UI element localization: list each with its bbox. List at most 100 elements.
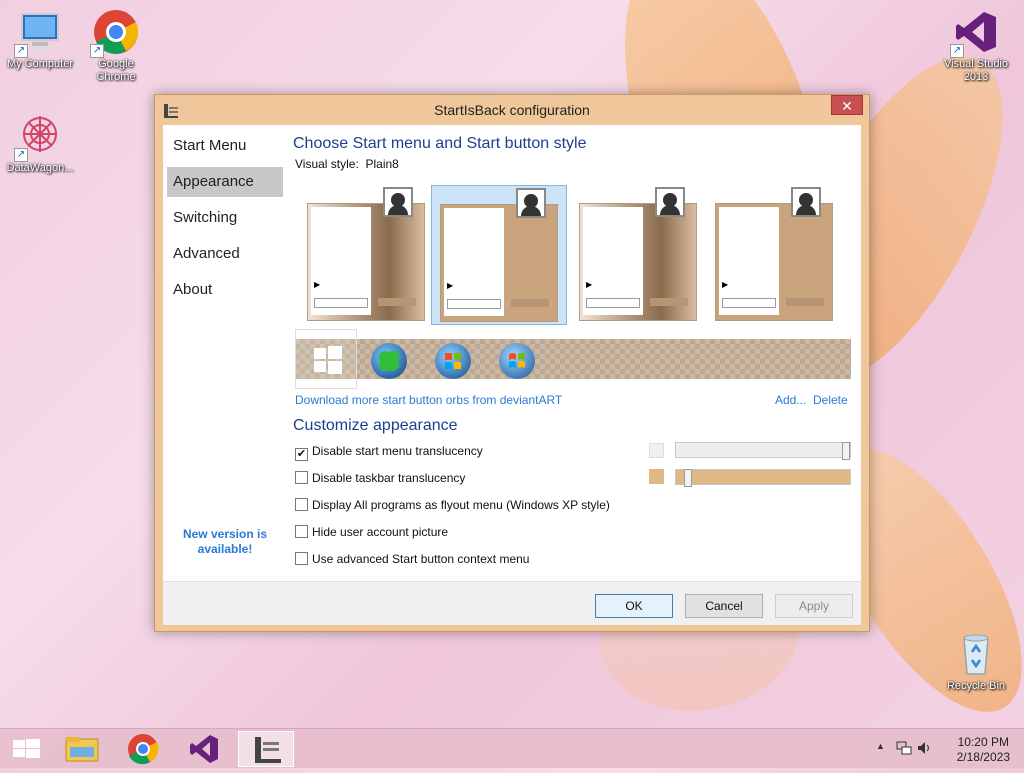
style-thumbnail-4[interactable]: ▶	[707, 185, 843, 325]
option-label: Use advanced Start button context menu	[312, 552, 530, 566]
start-menu-preview: ▶	[307, 203, 425, 321]
orb-windows-7[interactable]	[499, 343, 535, 379]
windows-7-flag-icon	[509, 353, 525, 368]
style-section-heading: Choose Start menu and Start button style	[293, 135, 587, 152]
option-label: Disable start menu translucency	[312, 444, 483, 458]
shortcut-arrow-icon: ↗	[14, 44, 28, 58]
taskbar-color-swatch[interactable]	[649, 469, 664, 484]
shortcut-arrow-icon: ↗	[90, 44, 104, 58]
folder-icon	[65, 737, 99, 762]
sidebar-item-about[interactable]: About	[167, 275, 283, 305]
start-menu-translucency-slider[interactable]	[675, 442, 851, 460]
taskbar-file-explorer[interactable]	[54, 731, 110, 767]
start-orb-strip	[295, 329, 851, 389]
dialog-footer: OK Cancel Apply	[163, 581, 861, 625]
system-tray: ▲ 10:20 PM 2/18/2023	[864, 729, 1024, 769]
option-label: Disable taskbar translucency	[312, 471, 466, 485]
start-menu-color-swatch[interactable]	[649, 443, 664, 458]
style-thumbnail-2-selected[interactable]: ▶	[431, 185, 567, 325]
visual-style-value: Plain8	[365, 157, 399, 171]
datawagon-icon: ↗	[14, 112, 64, 162]
clover-icon	[379, 351, 399, 371]
desktop-icon-label: Visual Studio 2013	[943, 58, 1008, 83]
taskbar-translucency-slider[interactable]	[675, 469, 851, 487]
slider-thumb[interactable]	[842, 442, 850, 460]
desktop-icon-google-chrome[interactable]: ↗ Google Chrome	[76, 8, 156, 84]
sidebar-item-switching[interactable]: Switching	[167, 203, 283, 233]
start-menu-preview: ▶	[579, 203, 697, 321]
windows-logo-icon	[13, 739, 40, 758]
user-picture-icon	[655, 187, 685, 217]
user-picture-icon	[516, 188, 546, 218]
sidebar-nav: Start Menu Appearance Switching Advanced…	[163, 125, 287, 581]
shortcut-arrow-icon: ↗	[950, 44, 964, 58]
option-all-programs-flyout[interactable]: Display All programs as flyout menu (Win…	[295, 498, 610, 514]
taskbar-visual-studio[interactable]	[176, 731, 232, 767]
close-button[interactable]: ✕	[831, 95, 863, 115]
style-thumbnail-3[interactable]: ▶	[571, 185, 707, 325]
desktop-icon-datawagon[interactable]: ↗ DataWagon...	[0, 112, 80, 175]
delete-orb-link[interactable]: Delete	[813, 393, 848, 407]
chrome-icon: ↗	[90, 8, 140, 58]
computer-icon: ↗	[14, 8, 64, 58]
option-disable-taskbar-translucency[interactable]: Disable taskbar translucency	[295, 471, 465, 487]
option-advanced-context-menu[interactable]: Use advanced Start button context menu	[295, 552, 529, 568]
window-titlebar[interactable]: StartIsBack configuration ✕	[155, 95, 869, 125]
orb-windows8-flat-selected[interactable]	[295, 329, 357, 389]
orb-clover[interactable]	[371, 343, 407, 379]
desktop-icon-recycle-bin[interactable]: Recycle Bin	[936, 630, 1016, 693]
shortcut-arrow-icon: ↗	[14, 148, 28, 162]
taskbar-chrome[interactable]	[115, 731, 171, 767]
desktop-icon-label: Google Chrome	[96, 58, 136, 83]
user-picture-icon	[791, 187, 821, 217]
windows-flag-icon	[445, 353, 461, 369]
desktop-icon-label: DataWagon...	[6, 162, 74, 174]
window-client-area: Start Menu Appearance Switching Advanced…	[163, 125, 861, 625]
visual-style-label: Visual style: Plain8	[295, 157, 399, 171]
network-icon[interactable]	[896, 740, 912, 761]
user-picture-icon	[383, 187, 413, 217]
tray-chevron-icon[interactable]: ▲	[876, 741, 885, 751]
slider-thumb[interactable]	[684, 469, 692, 487]
visual-studio-icon	[190, 735, 218, 763]
chrome-icon	[128, 734, 159, 765]
volume-icon[interactable]	[916, 740, 932, 761]
download-orbs-link[interactable]: Download more start button orbs from dev…	[295, 393, 562, 407]
option-disable-start-menu-translucency[interactable]: ✔ Disable start menu translucency	[295, 444, 483, 461]
option-hide-user-picture[interactable]: Hide user account picture	[295, 525, 448, 541]
start-menu-preview: ▶	[715, 203, 833, 321]
cancel-button[interactable]: Cancel	[685, 594, 763, 618]
add-orb-link[interactable]: Add...	[775, 393, 806, 407]
checkbox[interactable]	[295, 498, 308, 511]
recycle-bin-icon	[952, 630, 1000, 678]
orb-windows-xp[interactable]	[435, 343, 471, 379]
desktop-icon-my-computer[interactable]: ↗ My Computer	[0, 8, 80, 71]
option-label: Display All programs as flyout menu (Win…	[312, 498, 610, 512]
start-button[interactable]	[0, 731, 56, 767]
apply-button[interactable]: Apply	[775, 594, 853, 618]
checkbox[interactable]	[295, 552, 308, 565]
style-thumbnail-1[interactable]: ▶	[299, 185, 435, 325]
start-menu-preview: ▶	[440, 204, 558, 322]
option-label: Hide user account picture	[312, 525, 449, 539]
checkbox[interactable]	[295, 525, 308, 538]
new-version-line2: available!	[197, 542, 253, 556]
customize-section-heading: Customize appearance	[293, 417, 458, 434]
taskbar-startisback-config[interactable]	[238, 731, 294, 767]
ok-button[interactable]: OK	[595, 594, 673, 618]
desktop-icon-label: Recycle Bin	[946, 680, 1006, 692]
desktop-icon-label: My Computer	[6, 58, 74, 70]
desktop-icon-visual-studio[interactable]: ↗ Visual Studio 2013	[936, 8, 1016, 84]
visual-studio-icon: ↗	[950, 8, 1000, 58]
checkbox[interactable]	[295, 471, 308, 484]
clock-date: 2/18/2023	[956, 750, 1010, 764]
taskbar: ▲ 10:20 PM 2/18/2023	[0, 728, 1024, 768]
sidebar-item-advanced[interactable]: Advanced	[167, 239, 283, 269]
sidebar-item-appearance[interactable]: Appearance	[167, 167, 283, 197]
new-version-link[interactable]: New version is available!	[163, 527, 287, 557]
taskbar-clock[interactable]: 10:20 PM 2/18/2023	[957, 735, 1010, 765]
checkbox-checked[interactable]: ✔	[295, 448, 308, 461]
windows-logo-icon	[314, 346, 342, 374]
startisback-config-window: StartIsBack configuration ✕ Start Menu A…	[154, 94, 870, 632]
sidebar-item-start-menu[interactable]: Start Menu	[167, 131, 283, 161]
